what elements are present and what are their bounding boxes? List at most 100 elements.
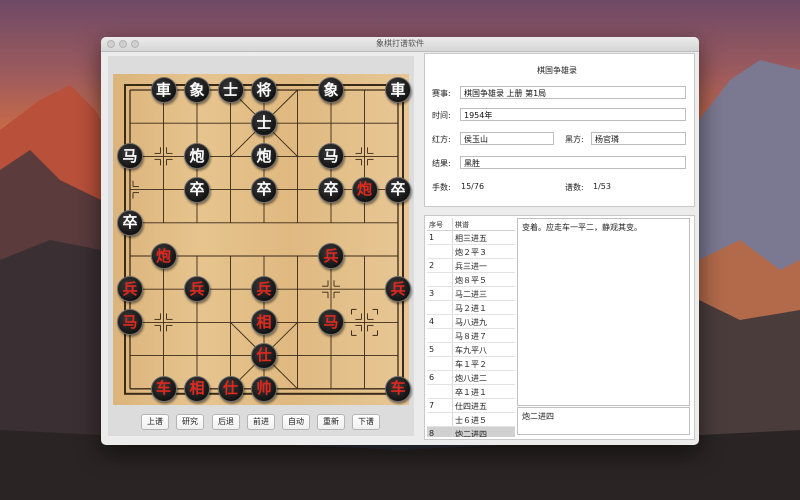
- game-count-label: 谱数:: [565, 183, 584, 192]
- move-row[interactable]: 马２进１: [427, 301, 515, 315]
- piece-red[interactable]: 炮: [351, 176, 378, 203]
- event-field[interactable]: 棋国争雄录 上册 第1局: [460, 86, 686, 99]
- move-number: 1: [429, 233, 435, 242]
- move-row[interactable]: 炮２平３: [427, 245, 515, 259]
- piece-black[interactable]: 車: [385, 77, 411, 103]
- move-row[interactable]: 2 兵三进一: [427, 259, 515, 273]
- piece-black[interactable]: 象: [184, 77, 210, 103]
- move-count-value: 15/76: [461, 182, 485, 191]
- red-player-field[interactable]: 侯玉山: [460, 132, 554, 145]
- move-row[interactable]: 车１平２: [427, 357, 515, 371]
- piece-black[interactable]: 卒: [184, 176, 210, 203]
- move-number: 8: [429, 429, 435, 437]
- move-number: 7: [429, 401, 435, 410]
- time-field[interactable]: 1954年: [460, 108, 686, 121]
- header-move: 棋谱: [455, 221, 469, 229]
- result-field[interactable]: 黑胜: [460, 156, 686, 169]
- piece-red[interactable]: 仕: [217, 375, 244, 402]
- move-text: 仕四进五: [455, 402, 487, 411]
- move-text: 炮二进四: [455, 430, 487, 437]
- move-text: 卒１进１: [455, 388, 487, 397]
- move-row[interactable]: 7 仕四进五: [427, 399, 515, 413]
- move-comment[interactable]: 变着。应走车一平二，静观其变。: [517, 218, 690, 406]
- red-player-label: 红方:: [432, 135, 451, 144]
- restart-button[interactable]: 重新: [317, 414, 345, 430]
- move-text: 炮２平３: [455, 248, 487, 257]
- move-row[interactable]: 士６进５: [427, 413, 515, 427]
- move-number: 2: [429, 261, 435, 270]
- move-row[interactable]: 8 炮二进四: [427, 427, 515, 437]
- move-number: 3: [429, 289, 435, 298]
- move-count-label: 手数:: [432, 183, 451, 192]
- piece-red[interactable]: 车: [385, 375, 411, 402]
- move-row[interactable]: 炮８平５: [427, 273, 515, 287]
- piece-black[interactable]: 卒: [117, 209, 143, 236]
- current-move-note[interactable]: 炮二进四: [517, 407, 690, 435]
- prev-game-button[interactable]: 上谱: [141, 414, 169, 430]
- black-player-field[interactable]: 杨官璘: [591, 132, 686, 145]
- piece-black[interactable]: 車: [150, 77, 177, 103]
- piece-red[interactable]: 兵: [117, 276, 143, 303]
- moves-list: 1 相三进五炮２平３ 2 兵三进一炮８平５ 3 马二进三马２进１ 4 马八进九马８进７ 5 车九平…: [427, 231, 515, 437]
- move-text: 马八进九: [455, 318, 487, 327]
- move-text: 车１平２: [455, 360, 487, 369]
- piece-red[interactable]: 兵: [184, 276, 210, 303]
- forward-button[interactable]: 前进: [247, 414, 275, 430]
- move-text: 马２进１: [455, 304, 487, 313]
- move-row[interactable]: 6 炮八进二: [427, 371, 515, 385]
- research-button[interactable]: 研究: [176, 414, 204, 430]
- back-button[interactable]: 后退: [212, 414, 240, 430]
- piece-red[interactable]: 炮: [150, 243, 177, 269]
- header-number: 序号: [429, 221, 443, 229]
- time-label: 时间:: [432, 111, 451, 120]
- moves-table: 序号 棋谱 1 相三进五炮２平３ 2 兵三进一炮８平５ 3 马二进三马２进１ 4 马八进九马８…: [427, 218, 515, 437]
- piece-black[interactable]: 象: [318, 77, 344, 103]
- piece-red[interactable]: 仕: [251, 342, 277, 369]
- move-number: 5: [429, 345, 435, 354]
- app-window: 象棋打谱软件 車象士将象車士马炮炮马卒卒卒炮卒卒炮兵兵兵兵兵马相马仕车相仕帅车 …: [101, 37, 699, 445]
- title-bar: 象棋打谱软件: [101, 37, 699, 52]
- result-label: 结果:: [432, 159, 451, 168]
- window-title: 象棋打谱软件: [376, 39, 424, 48]
- move-text: 炮八进二: [455, 374, 487, 383]
- navigation-toolbar: 上谱 研究 后退 前进 自动 重新 下谱: [108, 414, 414, 430]
- event-label: 赛事:: [432, 89, 451, 98]
- move-number: 6: [429, 373, 435, 382]
- piece-red[interactable]: 车: [150, 375, 177, 402]
- move-row[interactable]: 5 车九平八: [427, 343, 515, 357]
- auto-play-button[interactable]: 自动: [282, 414, 310, 430]
- board-panel: 車象士将象車士马炮炮马卒卒卒炮卒卒炮兵兵兵兵兵马相马仕车相仕帅车 上谱 研究 后…: [108, 56, 414, 436]
- piece-red[interactable]: 兵: [251, 276, 277, 303]
- piece-black[interactable]: 士: [217, 77, 244, 103]
- black-player-label: 黑方:: [565, 135, 584, 144]
- piece-black[interactable]: 卒: [318, 176, 344, 203]
- move-text: 相三进五: [455, 234, 487, 243]
- move-text: 马８进７: [455, 332, 487, 341]
- chess-board[interactable]: 車象士将象車士马炮炮马卒卒卒炮卒卒炮兵兵兵兵兵马相马仕车相仕帅车: [113, 74, 411, 405]
- move-row[interactable]: 3 马二进三: [427, 287, 515, 301]
- piece-red[interactable]: 兵: [318, 243, 344, 269]
- move-text: 士６进５: [455, 416, 487, 425]
- move-row[interactable]: 4 马八进九: [427, 315, 515, 329]
- game-count-value: 1/53: [593, 182, 611, 191]
- moves-table-header: 序号 棋谱: [427, 218, 515, 231]
- piece-black[interactable]: 士: [251, 110, 277, 137]
- game-info-panel: 棋国争雄录 赛事: 棋国争雄录 上册 第1局 时间: 1954年 红方: 侯玉山…: [424, 53, 695, 207]
- move-text: 马二进三: [455, 290, 487, 299]
- piece-black[interactable]: 卒: [385, 176, 411, 203]
- piece-red[interactable]: 兵: [385, 276, 411, 303]
- move-row[interactable]: 卒１进１: [427, 385, 515, 399]
- move-text: 兵三进一: [455, 262, 487, 271]
- move-text: 炮８平５: [455, 276, 487, 285]
- piece-red[interactable]: 相: [184, 375, 210, 402]
- piece-red[interactable]: 帅: [251, 375, 277, 402]
- next-game-button[interactable]: 下谱: [352, 414, 380, 430]
- move-text: 车九平八: [455, 346, 487, 355]
- moves-panel: 序号 棋谱 1 相三进五炮２平３ 2 兵三进一炮８平５ 3 马二进三马２进１ 4 马八进九马８…: [424, 215, 695, 440]
- piece-black[interactable]: 卒: [251, 176, 277, 203]
- move-row[interactable]: 1 相三进五: [427, 231, 515, 245]
- info-title: 棋国争雄录: [537, 66, 577, 75]
- move-row[interactable]: 马８进７: [427, 329, 515, 343]
- move-number: 4: [429, 317, 435, 326]
- piece-black[interactable]: 将: [251, 77, 277, 103]
